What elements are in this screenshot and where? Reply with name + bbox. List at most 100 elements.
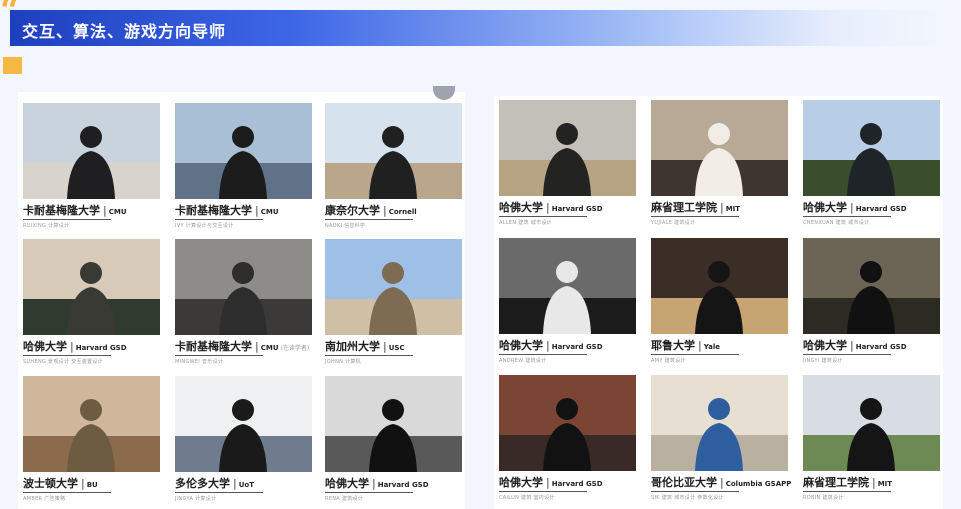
mentor-card[interactable]: 哈佛大学 | Harvard GSD CAILUN 建筑 室内设计 (499, 375, 636, 508)
divider (325, 219, 413, 220)
school-abbreviation: Harvard GSD (377, 481, 429, 489)
brick-wall-photo (499, 375, 636, 471)
mentor-card[interactable]: 南加州大学 | USC JOHNN 计算机 (325, 239, 462, 372)
bw-shadow-photo (499, 238, 636, 334)
mentor-card[interactable]: 卡耐基梅隆大学 | CMU (在读学者) MINGWEI 音乐设计 (175, 239, 312, 372)
garden-photo (803, 100, 940, 196)
beach-photo (325, 103, 462, 199)
mentor-school: 卡耐基梅隆大学 | CMU (175, 204, 279, 219)
school-name: 波士顿大学 (23, 477, 78, 490)
school-abbreviation: Yale (703, 343, 721, 351)
bw-sea-photo (325, 376, 462, 472)
mentor-card[interactable]: 卡耐基梅隆大学 | CMU RUIXING 计算设计 (23, 103, 160, 236)
campus-photo (803, 375, 940, 471)
divider (803, 216, 891, 217)
sky-photo (325, 239, 462, 335)
separator: | (255, 204, 259, 217)
mentor-name: RENA 建筑设计 (325, 496, 364, 502)
school-name: 哈佛大学 (803, 339, 847, 352)
sunset-photo (803, 238, 940, 334)
school-name: 哈佛大学 (499, 476, 543, 489)
separator: | (383, 204, 387, 217)
mentor-grid-right: 哈佛大学 | Harvard GSD ALLEN 建筑 城市设计 麻省理工学院 | MIT Y… (494, 96, 943, 509)
window-photo (651, 100, 788, 196)
mentor-name: ALLEN 建筑 城市设计 (499, 220, 552, 226)
divider (803, 491, 891, 492)
school-abbreviation: Columbia GSAPP (725, 480, 792, 488)
mentor-card[interactable]: 波士顿大学 | BU AMBER 广告策略 (23, 376, 160, 509)
school-name: 哈佛大学 (499, 201, 543, 214)
mentor-card[interactable]: 多伦多大学 | UoT JINGYA 计算设计 (175, 376, 312, 509)
separator: | (546, 339, 550, 352)
mentor-name: JOHNN 计算机 (325, 359, 361, 365)
separator: | (698, 339, 702, 352)
school-name: 哈佛大学 (499, 339, 543, 352)
mentor-card[interactable]: 康奈尔大学 | Cornell NAOKI 信息科学 (325, 103, 462, 236)
mentor-name: ROBIN 建筑设计 (803, 495, 844, 501)
school-name: 卡耐基梅隆大学 (175, 340, 252, 353)
school-abbreviation: Harvard GSD (855, 205, 907, 213)
mentor-school: 耶鲁大学 | Yale (651, 339, 720, 354)
mentor-card[interactable]: 哈佛大学 | Harvard GSD ANDREW 建筑设计 (499, 238, 636, 371)
mentor-card[interactable]: 哈佛大学 | Harvard GSD RENA 建筑设计 (325, 376, 462, 509)
mentor-card[interactable]: 卡耐基梅隆大学 | CMU IVY 计算设计与交互设计 (175, 103, 312, 236)
divider (23, 492, 111, 493)
whiteboard-photo (175, 376, 312, 472)
mentor-card[interactable]: 哈佛大学 | Harvard GSD CHENXUAN 建筑 城市设计 (803, 100, 940, 233)
divider (325, 355, 413, 356)
mentor-grid-left: 卡耐基梅隆大学 | CMU RUIXING 计算设计 卡耐基梅隆大学 | CMU IVY 计算… (18, 86, 465, 509)
mentor-name: AMBER 广告策略 (23, 496, 66, 502)
desert-photo (499, 100, 636, 196)
school-abbreviation: MIT (877, 480, 893, 488)
school-name: 卡耐基梅隆大学 (23, 204, 100, 217)
school-name: 哥伦比亚大学 (651, 476, 717, 489)
mentor-card[interactable]: 哈佛大学 | Harvard GSD JINGYI 建筑设计 (803, 238, 940, 371)
mentor-name: IVY 计算设计与交互设计 (175, 223, 234, 229)
school-abbreviation: CMU (108, 208, 127, 216)
school-abbreviation: BU (86, 481, 98, 489)
divider (803, 354, 891, 355)
school-abbreviation: CMU (260, 208, 279, 216)
page-title: 交互、算法、游戏方向导师 (22, 22, 227, 41)
divider (23, 355, 111, 356)
portrait-photo (23, 239, 160, 335)
cliff-photo (23, 376, 160, 472)
mentor-name: CAILUN 建筑 室内设计 (499, 495, 555, 501)
school-abbreviation: CMU (260, 344, 279, 352)
school-name: 南加州大学 (325, 340, 380, 353)
mentor-school: 哈佛大学 | Harvard GSD (803, 201, 907, 216)
mentor-school: 哈佛大学 | Harvard GSD (325, 477, 429, 492)
mentor-name: YUJIALE 建筑设计 (651, 220, 696, 226)
school-name: 卡耐基梅隆大学 (175, 204, 252, 217)
mentor-card[interactable]: 耶鲁大学 | Yale AMY 建筑设计 (651, 238, 788, 371)
mentor-card[interactable]: 麻省理工学院 | MIT ROBIN 建筑设计 (803, 375, 940, 508)
mentor-card[interactable]: 哈佛大学 | Harvard GSD SUHENG 景观设计 交互装置设计 (23, 239, 160, 372)
mentor-name: RUIXING 计算设计 (23, 223, 70, 229)
separator: | (720, 476, 724, 489)
mentor-school: 麻省理工学院 | MIT (803, 476, 892, 491)
school-name: 康奈尔大学 (325, 204, 380, 217)
separator: | (233, 477, 237, 490)
school-abbreviation: Cornell (388, 208, 417, 216)
mentor-school: 卡耐基梅隆大学 | CMU (23, 204, 127, 219)
mentor-name: ANDREW 建筑设计 (499, 358, 547, 364)
mentor-school: 哈佛大学 | Harvard GSD (23, 340, 127, 355)
mentor-school: 哥伦比亚大学 | Columbia GSAPP (651, 476, 791, 491)
school-abbreviation: Harvard GSD (551, 205, 603, 213)
mentor-name: SIK 建筑 城市设计 参数化设计 (651, 495, 724, 501)
mentor-card[interactable]: 麻省理工学院 | MIT YUJIALE 建筑设计 (651, 100, 788, 233)
mentor-card[interactable]: 哈佛大学 | Harvard GSD ALLEN 建筑 城市设计 (499, 100, 636, 233)
divider (651, 354, 739, 355)
separator: | (850, 201, 854, 214)
separator: | (383, 340, 387, 353)
divider (175, 355, 263, 356)
mentor-school: 多伦多大学 | UoT (175, 477, 254, 492)
mentor-school: 康奈尔大学 | Cornell (325, 204, 417, 219)
orange-square-icon (3, 57, 22, 74)
school-abbreviation: Harvard GSD (855, 343, 907, 351)
mentor-card[interactable]: 哥伦比亚大学 | Columbia GSAPP SIK 建筑 城市设计 参数化设计 (651, 375, 791, 508)
mentor-school: 哈佛大学 | Harvard GSD (499, 476, 603, 491)
arch-photo (651, 375, 788, 471)
separator: | (255, 340, 259, 353)
harbor-photo (175, 103, 312, 199)
